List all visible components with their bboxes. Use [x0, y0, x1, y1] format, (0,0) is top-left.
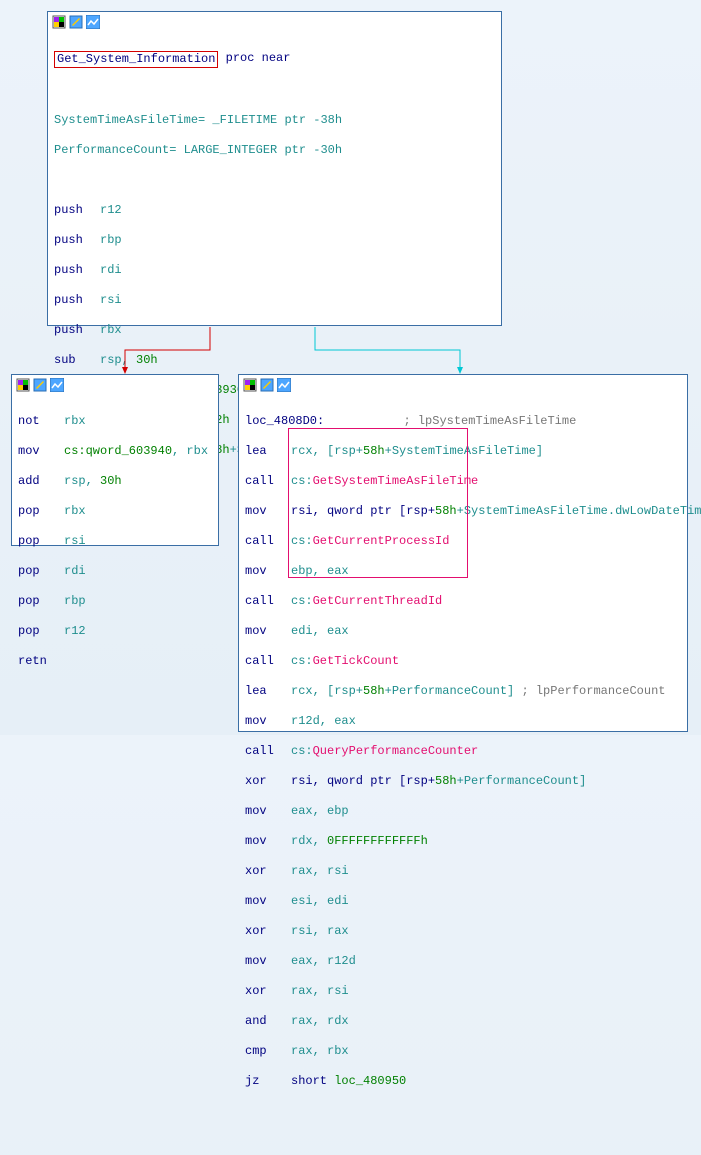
left-code-body: notrbx movcs:qword_603940, rbx addrsp, 3…: [12, 395, 218, 705]
color-swatch-icon[interactable]: [16, 378, 30, 392]
top-code-panel: Get_System_Information proc near SystemT…: [47, 11, 502, 326]
graph-icon[interactable]: [277, 378, 291, 392]
top-titlebar: [48, 12, 501, 32]
function-name-highlight: Get_System_Information: [54, 51, 218, 68]
var-decl-2: PerformanceCount= LARGE_INTEGER ptr -30h: [54, 143, 342, 157]
graph-icon[interactable]: [86, 15, 100, 29]
right-code-body: loc_4808D0: ; lpSystemTimeAsFileTime lea…: [239, 395, 687, 1155]
color-swatch-icon[interactable]: [243, 378, 257, 392]
graph-icon[interactable]: [50, 378, 64, 392]
edit-icon[interactable]: [69, 15, 83, 29]
edit-icon[interactable]: [260, 378, 274, 392]
right-titlebar: [239, 375, 687, 395]
color-swatch-icon[interactable]: [52, 15, 66, 29]
right-code-panel: loc_4808D0: ; lpSystemTimeAsFileTime lea…: [238, 374, 688, 732]
edit-icon[interactable]: [33, 378, 47, 392]
left-titlebar: [12, 375, 218, 395]
left-code-panel: notrbx movcs:qword_603940, rbx addrsp, 3…: [11, 374, 219, 546]
var-decl-1: SystemTimeAsFileTime= _FILETIME ptr -38h: [54, 113, 342, 127]
